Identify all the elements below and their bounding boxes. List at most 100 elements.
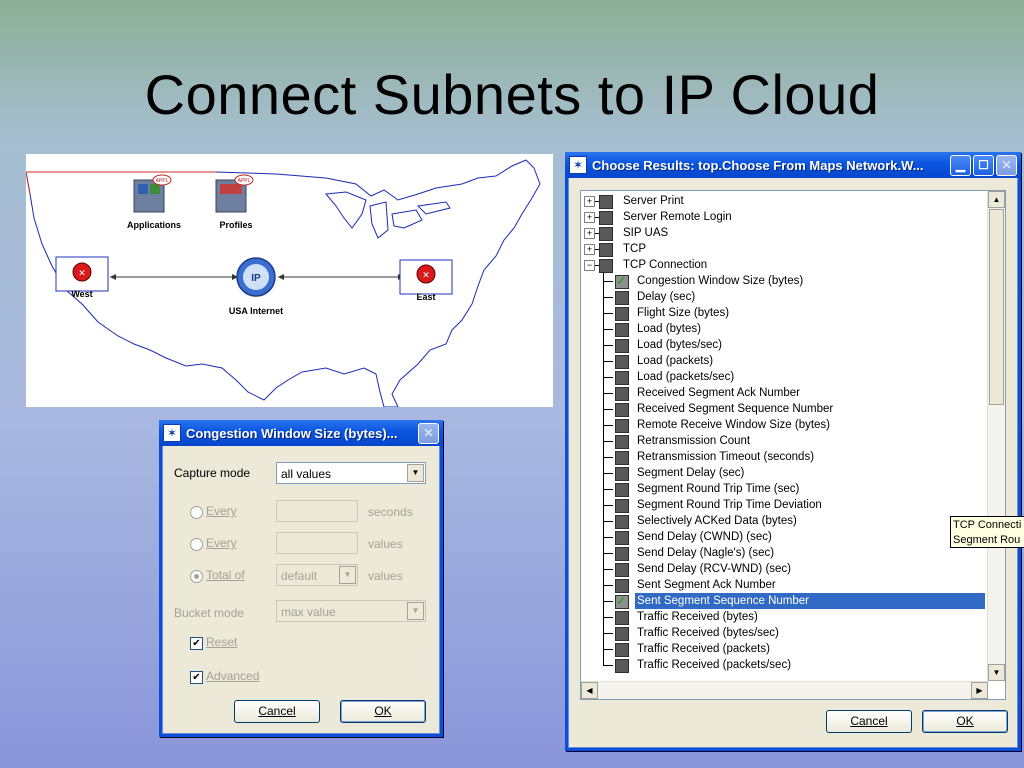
- result-checkbox[interactable]: [615, 273, 629, 289]
- scroll-right-arrow-icon[interactable]: ▶: [971, 682, 988, 699]
- result-checkbox[interactable]: [599, 243, 613, 257]
- tree-result-item[interactable]: Segment Delay (sec): [581, 465, 986, 481]
- result-checkbox[interactable]: [615, 579, 629, 593]
- tree-group-item[interactable]: + Server Remote Login: [581, 209, 986, 225]
- result-checkbox[interactable]: [615, 387, 629, 401]
- tree-result-item[interactable]: Load (packets): [581, 353, 986, 369]
- tree-result-item[interactable]: Traffic Received (bytes): [581, 609, 986, 625]
- scroll-thumb[interactable]: [989, 209, 1004, 405]
- scroll-left-arrow-icon[interactable]: ◀: [581, 682, 598, 699]
- tree-result-item[interactable]: Flight Size (bytes): [581, 305, 986, 321]
- choose-results-window[interactable]: ✶ Choose Results: top.Choose From Maps N…: [565, 152, 1021, 751]
- tree-result-item[interactable]: Load (bytes/sec): [581, 337, 986, 353]
- usa-internet-node[interactable]: IP USA Internet: [229, 257, 283, 316]
- every-seconds-input[interactable]: [276, 500, 358, 522]
- result-checkbox[interactable]: [615, 483, 629, 497]
- result-checkbox[interactable]: [615, 291, 629, 305]
- cancel-button[interactable]: Cancel: [826, 710, 912, 733]
- tree-result-item[interactable]: Send Delay (RCV-WND) (sec): [581, 561, 986, 577]
- expand-icon[interactable]: +: [584, 244, 595, 255]
- chevron-down-icon[interactable]: ▼: [407, 464, 424, 482]
- tree-result-item[interactable]: Traffic Received (bytes/sec): [581, 625, 986, 641]
- tree-result-item[interactable]: Send Delay (Nagle's) (sec): [581, 545, 986, 561]
- ok-button[interactable]: OK: [922, 710, 1008, 733]
- result-checkbox[interactable]: [599, 211, 613, 225]
- east-subnet-node[interactable]: ✕ East: [399, 259, 453, 302]
- tree-group-item[interactable]: − TCP Connection: [581, 257, 986, 273]
- result-checkbox[interactable]: [615, 611, 629, 625]
- result-checkbox[interactable]: [615, 307, 629, 321]
- cancel-button[interactable]: Cancel: [234, 700, 320, 723]
- result-checkbox[interactable]: [615, 323, 629, 337]
- horizontal-scrollbar[interactable]: ◀ ▶: [581, 681, 988, 699]
- expand-icon[interactable]: +: [584, 196, 595, 207]
- tree-result-item[interactable]: Selectively ACKed Data (bytes): [581, 513, 986, 529]
- scroll-up-arrow-icon[interactable]: ▲: [988, 191, 1005, 208]
- chevron-down-icon[interactable]: ▼: [339, 566, 356, 584]
- maximize-button[interactable]: ☐: [973, 154, 994, 176]
- bucket-mode-select[interactable]: max value ▼: [276, 600, 426, 622]
- reset-checkbox[interactable]: ✔: [190, 637, 203, 650]
- profiles-node[interactable]: APPL Profiles: [215, 174, 254, 230]
- result-checkbox[interactable]: [615, 659, 629, 673]
- expand-icon[interactable]: +: [584, 228, 595, 239]
- tree-result-item[interactable]: Load (bytes): [581, 321, 986, 337]
- result-checkbox[interactable]: [615, 627, 629, 641]
- expand-icon[interactable]: +: [584, 212, 595, 223]
- tree-result-item[interactable]: Load (packets/sec): [581, 369, 986, 385]
- result-checkbox[interactable]: [615, 451, 629, 465]
- every-values-input[interactable]: [276, 532, 358, 554]
- scroll-down-arrow-icon[interactable]: ▼: [988, 664, 1005, 681]
- tree-result-item[interactable]: Segment Round Trip Time (sec): [581, 481, 986, 497]
- close-button[interactable]: ✕: [418, 422, 439, 444]
- result-checkbox[interactable]: [615, 339, 629, 353]
- close-button[interactable]: ✕: [996, 154, 1017, 176]
- result-checkbox[interactable]: [599, 227, 613, 241]
- result-checkbox[interactable]: [599, 259, 613, 273]
- result-checkbox[interactable]: [599, 195, 613, 209]
- result-checkbox[interactable]: [615, 371, 629, 385]
- tree-result-item[interactable]: Retransmission Count: [581, 433, 986, 449]
- result-checkbox[interactable]: [615, 531, 629, 545]
- total-of-radio[interactable]: [190, 570, 203, 583]
- tree-group-item[interactable]: + Server Print: [581, 193, 986, 209]
- results-tree[interactable]: + Server Print + Server Remote Login + SIP UA…: [580, 190, 1006, 700]
- result-checkbox[interactable]: [615, 515, 629, 529]
- tree-group-item[interactable]: + TCP: [581, 241, 986, 257]
- tree-result-item[interactable]: Retransmission Timeout (seconds): [581, 449, 986, 465]
- every-values-radio[interactable]: [190, 538, 203, 551]
- result-checkbox[interactable]: [615, 499, 629, 513]
- result-checkbox[interactable]: [615, 435, 629, 449]
- result-checkbox[interactable]: [615, 355, 629, 369]
- congestion-dialog-titlebar[interactable]: ✶ Congestion Window Size (bytes)... ✕: [159, 420, 443, 446]
- total-of-select[interactable]: default ▼: [276, 564, 358, 586]
- tree-result-item[interactable]: Traffic Received (packets): [581, 641, 986, 657]
- tree-result-item[interactable]: Congestion Window Size (bytes): [581, 273, 986, 289]
- tree-result-item[interactable]: Sent Segment Ack Number: [581, 577, 986, 593]
- chevron-down-icon[interactable]: ▼: [407, 602, 424, 620]
- result-checkbox[interactable]: [615, 563, 629, 577]
- tree-result-item[interactable]: Delay (sec): [581, 289, 986, 305]
- advanced-checkbox[interactable]: ✔: [190, 671, 203, 684]
- result-checkbox[interactable]: [615, 419, 629, 433]
- tree-group-item[interactable]: + SIP UAS: [581, 225, 986, 241]
- result-checkbox[interactable]: [615, 593, 629, 609]
- congestion-window-dialog[interactable]: ✶ Congestion Window Size (bytes)... ✕ Ca…: [159, 420, 443, 737]
- tree-result-item[interactable]: Segment Round Trip Time Deviation: [581, 497, 986, 513]
- ok-button[interactable]: OK: [340, 700, 426, 723]
- tree-result-item[interactable]: Traffic Received (packets/sec): [581, 657, 986, 673]
- collapse-icon[interactable]: −: [584, 260, 595, 271]
- tree-result-item[interactable]: Sent Segment Sequence Number: [581, 592, 986, 610]
- every-seconds-radio[interactable]: [190, 506, 203, 519]
- network-map[interactable]: APPL Applications APPL Profiles ✕ West ✕…: [26, 154, 553, 407]
- tree-result-item[interactable]: Remote Receive Window Size (bytes): [581, 417, 986, 433]
- results-titlebar[interactable]: ✶ Choose Results: top.Choose From Maps N…: [565, 152, 1021, 178]
- west-subnet-node[interactable]: ✕ West: [55, 256, 109, 299]
- vertical-scrollbar[interactable]: ▲ ▼: [987, 191, 1005, 681]
- result-checkbox[interactable]: [615, 467, 629, 481]
- capture-mode-select[interactable]: all values ▼: [276, 462, 426, 484]
- tree-result-item[interactable]: Send Delay (CWND) (sec): [581, 529, 986, 545]
- minimize-button[interactable]: ▁: [950, 154, 971, 176]
- applications-node[interactable]: APPL Applications: [127, 174, 181, 230]
- tree-result-item[interactable]: Received Segment Sequence Number: [581, 401, 986, 417]
